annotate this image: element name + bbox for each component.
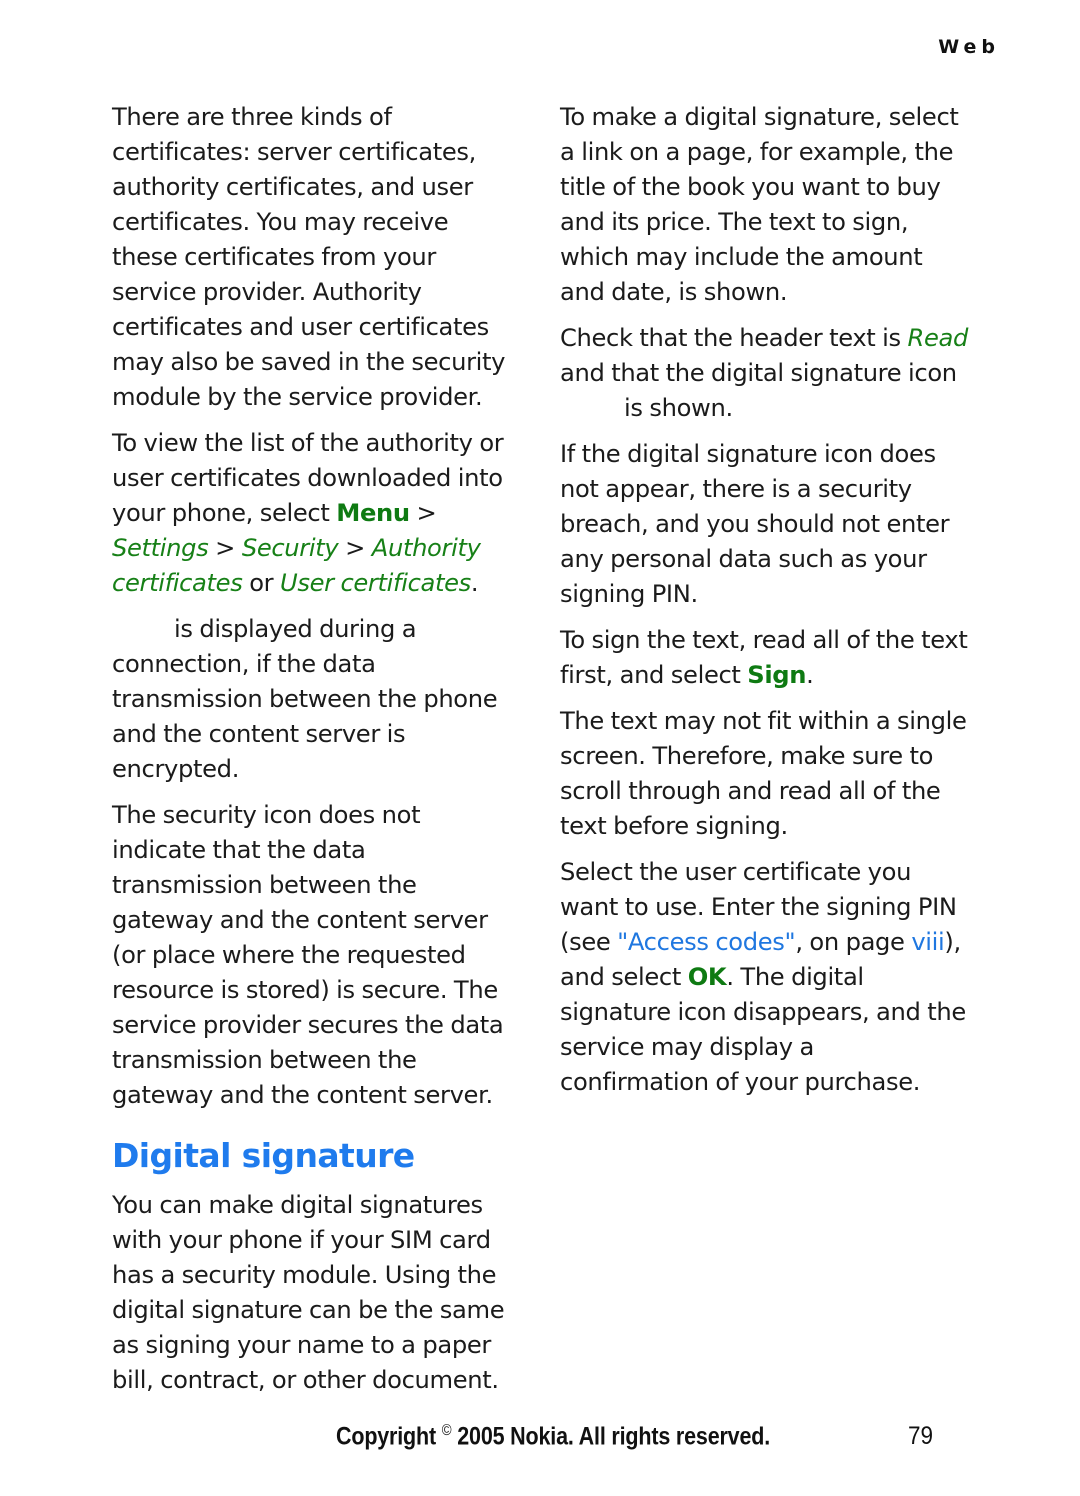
copyright-notice: Copyright © 2005 Nokia. All rights reser… [336,1422,770,1451]
ok-key-label: OK [687,963,727,991]
menu-conjunction: or [242,569,280,597]
running-head: Web [938,36,1000,58]
paragraph-security-icon-displayed: is displayed during a connection, if the… [112,612,520,787]
page-number: 79 [908,1422,934,1450]
paragraph-digital-signature-intro: You can make digital signatures with you… [112,1191,505,1394]
paragraph-security-icon-limits: The security icon does not indicate that… [112,801,504,1109]
page-footer: Copyright © 2005 Nokia. All rights reser… [0,1422,1080,1456]
check-header-tail: is shown. [624,394,733,422]
menu-path-security: Security [241,534,339,562]
select-certificate-middle-1: , on page [795,928,912,956]
manual-page: Web There are three kinds of certificate… [0,0,1080,1496]
left-column: There are three kinds of certificates: s… [112,100,520,1394]
menu-separator-3: > [338,534,372,562]
paragraph-view-certificates: To view the list of the authority or use… [112,426,520,601]
copyright-pre-text: Copyright [336,1422,442,1451]
paragraph-lead-text: To view the list of the authority or use… [112,429,504,527]
paragraph-security-icon-text: is displayed during a connection, if the… [112,615,498,783]
paragraph-make-digital-signature: To make a digital signature, select a li… [560,103,959,306]
paragraph-sign-instruction: To sign the text, read all of the text f… [560,623,968,693]
copyright-post-text: 2005 Nokia. All rights reserved. [451,1422,771,1451]
copyright-symbol: © [441,1422,452,1439]
menu-separator-2: > [208,534,242,562]
paragraph-certificate-kinds: There are three kinds of certificates: s… [112,103,506,411]
section-heading-digital-signature: Digital signature [112,1136,415,1175]
menu-path-settings: Settings [112,534,209,562]
paragraph-check-header-text: Check that the header text is Read and t… [560,321,968,426]
paragraph-missing-signature-icon-warning: If the digital signature icon does not a… [560,440,950,608]
menu-separator-1: > [409,499,437,527]
paragraph-scroll-through-text: The text may not fit within a single scr… [560,707,967,840]
menu-path-user-certificates: User certificates [279,569,471,597]
menu-trailing-period: . [470,569,479,597]
paragraph-select-user-certificate: Select the user certificate you want to … [560,855,968,1100]
right-column: To make a digital signature, select a li… [560,100,968,1330]
check-header-middle: and that the digital signature icon [560,359,957,387]
sign-instruction-trailing: . [806,661,814,689]
menu-key-label: Menu [336,499,410,527]
check-header-lead: Check that the header text is [560,324,908,352]
read-key-label: Read [907,324,969,352]
sign-key-label: Sign [747,661,807,689]
cross-reference-page-number[interactable]: viii [911,928,944,956]
page-body: There are three kinds of certificates: s… [112,100,968,1394]
cross-reference-access-codes[interactable]: "Access codes" [617,928,796,956]
